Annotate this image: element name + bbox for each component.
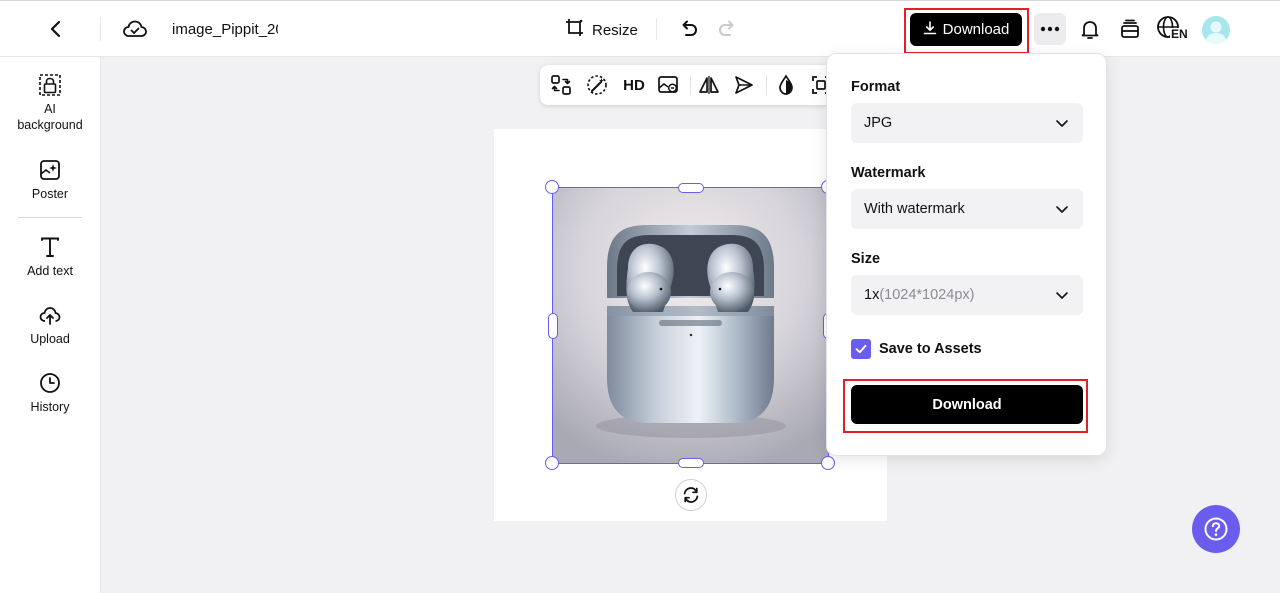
chevron-down-icon xyxy=(1056,120,1068,127)
ai-background-icon xyxy=(39,74,61,96)
sidebar-item-history[interactable]: History xyxy=(0,371,100,415)
highlight-box xyxy=(843,379,1088,433)
rotate-icon[interactable] xyxy=(675,479,707,511)
watermark-label: Watermark xyxy=(851,165,926,181)
language-globe-icon[interactable]: EN xyxy=(1156,15,1190,43)
resize-icon xyxy=(564,17,586,43)
avatar[interactable] xyxy=(1202,16,1230,44)
sidebar-item-label: AI background xyxy=(17,102,83,132)
resize-handle-bottom-right[interactable] xyxy=(821,456,835,470)
size-detail: (1024*1024px) xyxy=(879,287,975,303)
image-toolbar: HD xyxy=(540,65,840,105)
sidebar-item-ai-background[interactable]: AI background xyxy=(0,73,100,133)
size-label: Size xyxy=(851,251,881,267)
divider xyxy=(100,17,101,41)
replace-icon[interactable] xyxy=(549,73,573,97)
image-adjust-icon[interactable] xyxy=(656,73,680,97)
format-select[interactable]: JPG xyxy=(851,103,1083,143)
resize-handle-top-left[interactable] xyxy=(545,180,559,194)
opacity-icon[interactable] xyxy=(774,73,798,97)
more-options-icon[interactable] xyxy=(1034,13,1066,45)
undo-icon[interactable] xyxy=(676,17,700,41)
resize-button[interactable]: Resize xyxy=(564,17,638,43)
sidebar-item-label: Poster xyxy=(31,187,69,201)
sidebar-item-poster[interactable]: Poster xyxy=(0,158,100,202)
stack-icon[interactable] xyxy=(1118,17,1142,41)
hd-button[interactable]: HD xyxy=(620,73,648,97)
size-select[interactable]: 1x (1024*1024px) xyxy=(851,275,1083,315)
redo-icon xyxy=(716,17,740,41)
upload-icon xyxy=(39,307,61,325)
format-value: JPG xyxy=(864,115,893,131)
chevron-down-icon xyxy=(1056,206,1068,213)
history-icon xyxy=(40,373,60,393)
divider xyxy=(766,75,767,95)
size-value: 1x xyxy=(864,287,880,303)
resize-handle-top[interactable] xyxy=(678,183,704,193)
sidebar-divider xyxy=(18,217,82,218)
file-name[interactable]: image_Pippit_20 xyxy=(172,21,278,38)
check-icon xyxy=(855,344,867,354)
watermark-value: With watermark xyxy=(864,201,965,217)
resize-label: Resize xyxy=(592,21,638,39)
resize-handle-bottom-left[interactable] xyxy=(545,456,559,470)
bell-icon[interactable] xyxy=(1078,17,1102,41)
help-icon[interactable] xyxy=(1192,505,1240,553)
sidebar-item-label: History xyxy=(30,400,70,414)
product-image-earbuds[interactable] xyxy=(553,188,828,463)
send-arrange-icon[interactable] xyxy=(732,73,756,97)
resize-handle-bottom[interactable] xyxy=(678,458,704,468)
magic-edit-icon[interactable] xyxy=(585,73,609,97)
format-label: Format xyxy=(851,79,901,95)
top-bar: image_Pippit_20 Resize Download EN xyxy=(0,0,1280,57)
highlight-box xyxy=(904,8,1029,54)
sidebar-item-label: Upload xyxy=(30,332,70,346)
left-sidebar: AI background Poster Add text Upload Hist… xyxy=(0,57,101,593)
flip-icon[interactable] xyxy=(697,73,721,97)
text-icon xyxy=(41,237,59,257)
poster-icon xyxy=(40,160,60,180)
sidebar-item-add-text[interactable]: Add text xyxy=(0,235,100,279)
watermark-select[interactable]: With watermark xyxy=(851,189,1083,229)
resize-handle-left[interactable] xyxy=(548,313,558,339)
divider xyxy=(656,18,657,40)
save-to-assets-label: Save to Assets xyxy=(879,341,982,357)
sidebar-item-label: Add text xyxy=(27,264,73,278)
language-code: EN xyxy=(1170,27,1189,41)
save-to-assets-checkbox[interactable] xyxy=(851,339,871,359)
cloud-saved-icon xyxy=(122,17,148,41)
back-arrow-icon[interactable] xyxy=(44,17,68,41)
chevron-down-icon xyxy=(1056,292,1068,299)
divider xyxy=(690,75,691,95)
sidebar-item-upload[interactable]: Upload xyxy=(0,303,100,347)
